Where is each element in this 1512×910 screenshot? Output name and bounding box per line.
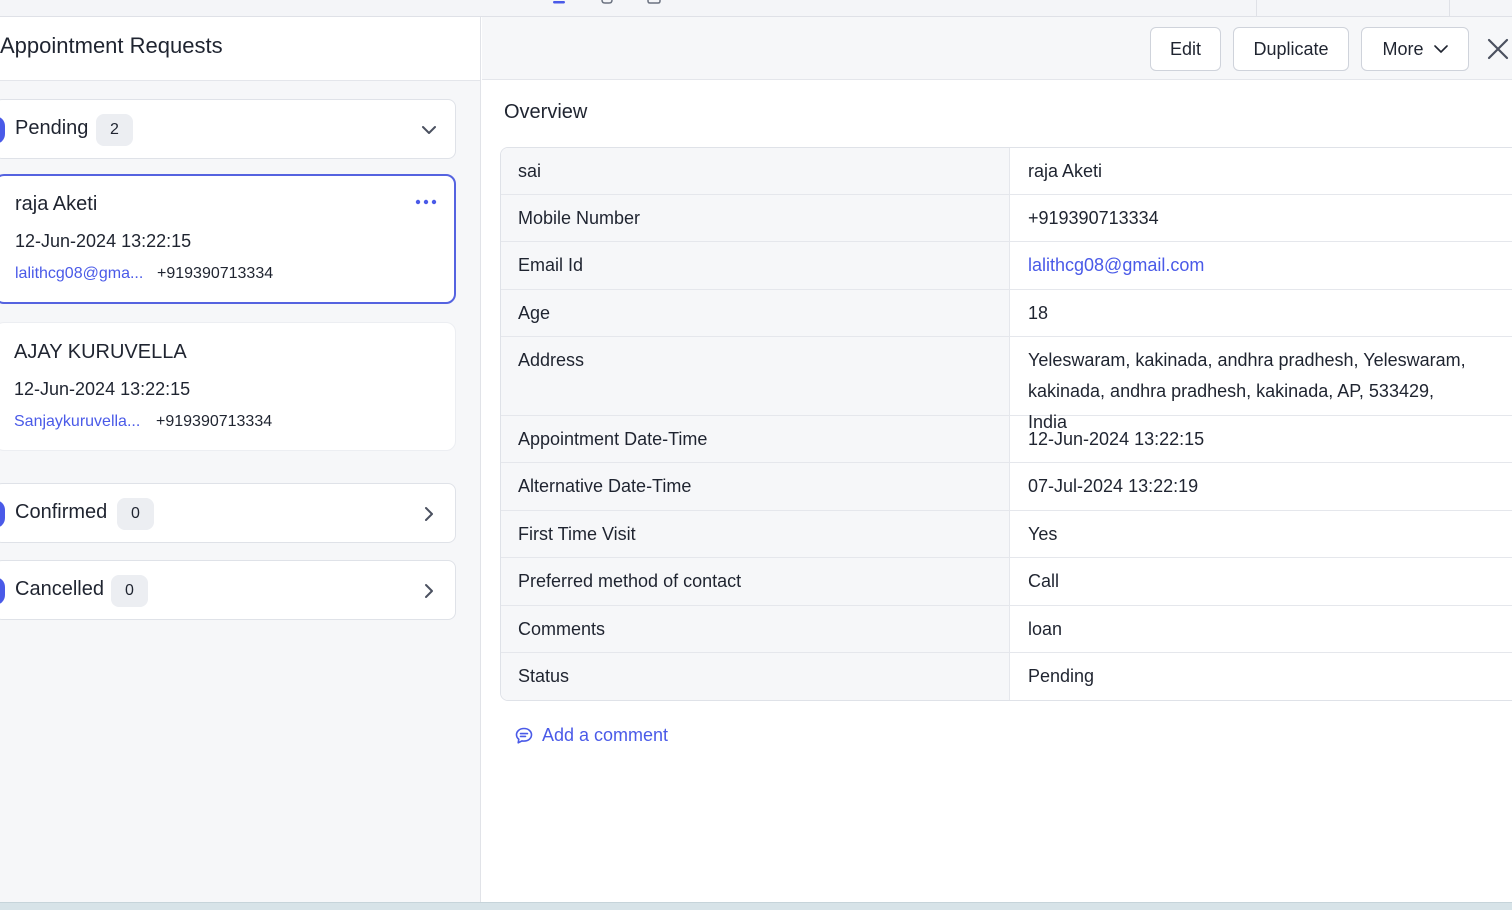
field-label: First Time Visit	[501, 511, 1010, 557]
field-label: Email Id	[501, 242, 1010, 289]
request-card-selected[interactable]: raja Aketi 12-Jun-2024 13:22:15 lalithcg…	[0, 174, 456, 304]
detail-row: Preferred method of contact Call	[501, 558, 1512, 606]
field-value: Yeleswaram, kakinada, andhra pradhesh, Y…	[1028, 350, 1466, 432]
more-dots-icon[interactable]	[414, 198, 438, 206]
requests-list-panel: Appointment Requests Pending 2 raja Aket…	[0, 17, 481, 902]
detail-row: Address Yeleswaram, kakinada, andhra pra…	[501, 337, 1512, 432]
email-link[interactable]: lalithcg08@gmail.com	[1010, 242, 1512, 289]
card-date: 12-Jun-2024 13:22:15	[14, 379, 191, 399]
header-divider	[1256, 0, 1257, 17]
field-label: Preferred method of contact	[501, 558, 1010, 605]
chevron-down-icon[interactable]	[419, 120, 439, 140]
card-date: 12-Jun-2024 13:22:15	[15, 231, 192, 251]
add-comment-label: Add a comment	[542, 725, 669, 745]
field-value: 18	[1028, 303, 1049, 323]
group-label: Cancelled	[15, 578, 104, 600]
field-value: Yes	[1028, 524, 1058, 544]
field-value: Pending	[1028, 666, 1095, 686]
detail-row: Email Id lalithcg08@gmail.com	[501, 242, 1512, 290]
field-label: sai	[501, 148, 1010, 194]
more-button-label: More	[1382, 38, 1424, 59]
duplicate-button[interactable]: Duplicate	[1233, 27, 1349, 71]
group-count-badge: 2	[96, 114, 133, 146]
field-value: Call	[1028, 571, 1060, 591]
group-count-badge: 0	[117, 498, 154, 530]
chevron-right-icon[interactable]	[419, 504, 439, 524]
group-indicator	[0, 577, 5, 605]
field-label: Alternative Date-Time	[501, 463, 1010, 510]
more-button[interactable]: More	[1361, 27, 1469, 71]
field-label: Mobile Number	[501, 195, 1010, 241]
field-value: loan	[1028, 619, 1063, 639]
group-indicator	[0, 500, 5, 528]
detail-toolbar: Edit Duplicate More	[482, 17, 1512, 80]
field-label: Status	[501, 653, 1010, 700]
header-divider	[1449, 0, 1450, 17]
field-value: raja Aketi	[1028, 161, 1103, 181]
group-indicator	[0, 116, 5, 144]
list-icon[interactable]	[551, 0, 567, 5]
detail-table: sai raja Aketi Mobile Number +9193907133…	[500, 147, 1512, 701]
field-label: Appointment Date-Time	[501, 416, 1010, 462]
detail-row: Comments loan	[501, 606, 1512, 653]
detail-row: Status Pending	[501, 653, 1512, 700]
detail-row: Mobile Number +919390713334	[501, 195, 1512, 242]
card-email[interactable]: Sanjaykuruvella...	[14, 413, 144, 431]
top-header-strip	[0, 0, 1512, 17]
group-label: Confirmed	[15, 501, 108, 523]
app-icon[interactable]	[646, 0, 662, 5]
detail-row: Age 18	[501, 290, 1512, 337]
detail-row: Alternative Date-Time 07-Jul-2024 13:22:…	[501, 463, 1512, 511]
detail-row: Appointment Date-Time 12-Jun-2024 13:22:…	[501, 416, 1512, 463]
close-icon[interactable]	[1486, 37, 1510, 61]
detail-row: First Time Visit Yes	[501, 511, 1512, 558]
field-value: 12-Jun-2024 13:22:15	[1028, 429, 1205, 449]
page-title: Appointment Requests	[0, 33, 223, 58]
field-label: Age	[501, 290, 1010, 336]
card-phone: +919390713334	[157, 265, 274, 282]
group-count-badge: 0	[111, 575, 148, 607]
chevron-down-icon	[1433, 45, 1448, 53]
group-label: Pending	[15, 117, 89, 139]
card-phone: +919390713334	[156, 413, 273, 430]
field-label: Comments	[501, 606, 1010, 652]
comment-icon	[515, 727, 533, 744]
request-card[interactable]: AJAY KURUVELLA 12-Jun-2024 13:22:15 Sanj…	[0, 322, 456, 451]
group-pending[interactable]: Pending 2	[0, 99, 456, 159]
field-value: 07-Jul-2024 13:22:19	[1028, 476, 1199, 496]
bottom-bar	[0, 902, 1512, 910]
detail-row: sai raja Aketi	[501, 148, 1512, 195]
request-detail-panel: Edit Duplicate More Overview sai raja Ak…	[482, 17, 1512, 902]
add-comment-link[interactable]: Add a comment	[514, 725, 668, 746]
edit-button[interactable]: Edit	[1150, 27, 1221, 71]
field-label: Address	[501, 337, 1010, 415]
app-icon[interactable]	[599, 0, 615, 5]
card-email[interactable]: lalithcg08@gma...	[15, 265, 145, 283]
field-value: +919390713334	[1028, 208, 1159, 228]
group-cancelled[interactable]: Cancelled 0	[0, 560, 456, 620]
card-name: AJAY KURUVELLA	[14, 341, 187, 363]
group-confirmed[interactable]: Confirmed 0	[0, 483, 456, 543]
card-name: raja Aketi	[15, 193, 98, 215]
section-title: Overview	[504, 101, 588, 123]
list-header: Appointment Requests	[0, 17, 480, 81]
chevron-right-icon[interactable]	[419, 581, 439, 601]
